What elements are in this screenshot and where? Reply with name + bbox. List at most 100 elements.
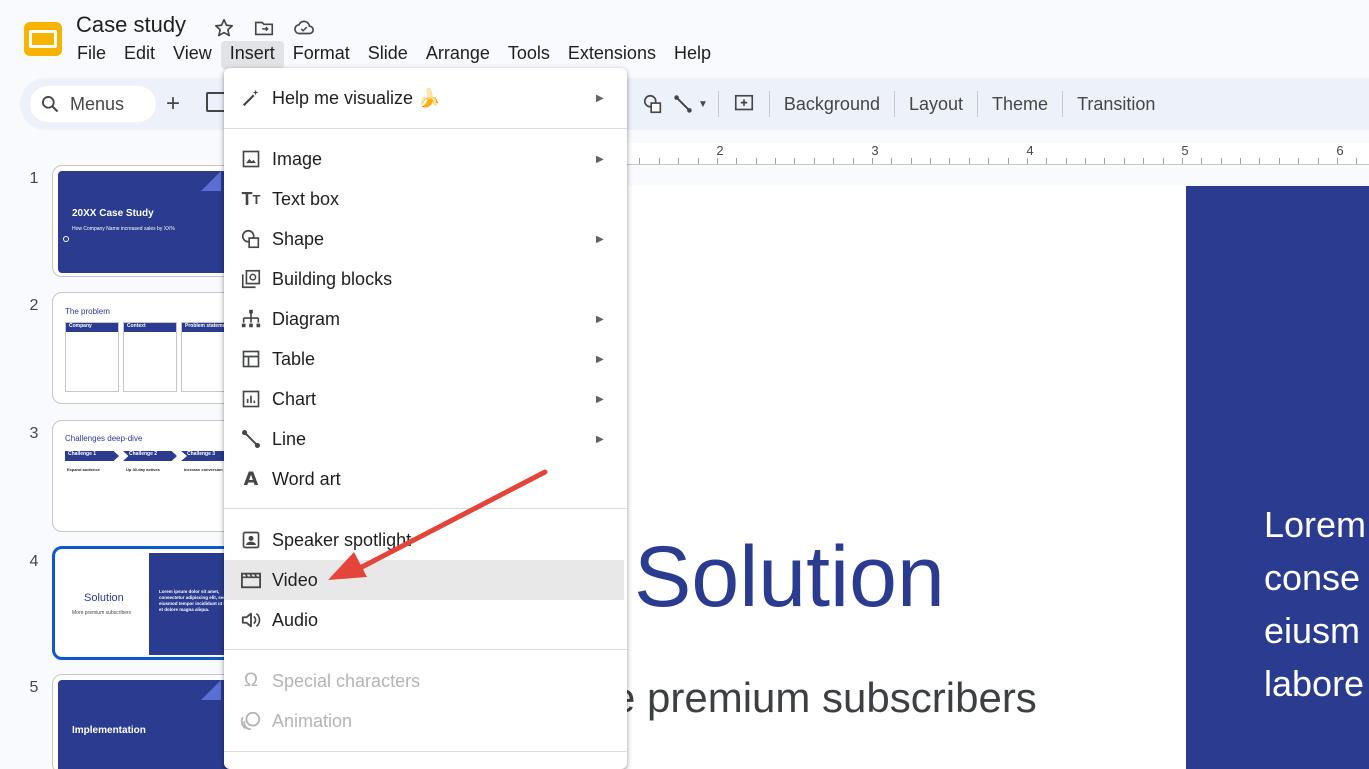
thumb-chevron: Challenge 2: [123, 451, 177, 461]
menu-item-video[interactable]: Video: [224, 560, 624, 600]
menu-item-line[interactable]: Line ▶: [224, 419, 627, 459]
menu-item-word-art[interactable]: A Word art: [224, 459, 627, 499]
layout-button[interactable]: Layout: [905, 94, 967, 115]
slide-thumbnail-3[interactable]: Challenges deep-dive Challenge 1 Challen…: [52, 420, 242, 532]
menu-divider: [224, 649, 627, 650]
ruler-number: 4: [1026, 143, 1034, 158]
thumb-text: Increase conversion: [184, 467, 223, 472]
thumb-title: Solution: [84, 592, 124, 604]
ruler-tick: [658, 158, 660, 164]
thumb-title: 20XX Case Study: [72, 208, 154, 219]
ruler-tick: [968, 158, 970, 164]
ruler-tick: [1317, 158, 1319, 164]
toolbar-divider: [977, 91, 979, 117]
slide-thumbnail-5[interactable]: Implementation: [52, 674, 242, 769]
slide-number: 2: [29, 297, 39, 314]
ruler-tick: [1123, 158, 1125, 164]
menu-item-chart[interactable]: Chart ▶: [224, 379, 627, 419]
video-icon: [240, 569, 262, 591]
menu-item-text-box[interactable]: TT Text box: [224, 179, 627, 219]
submenu-arrow-icon: ▶: [596, 92, 604, 104]
ruler-tick: [1104, 158, 1106, 164]
ruler-tick: [1336, 158, 1338, 164]
thumb-title: Implementation: [72, 725, 146, 736]
menu-item-label: Table: [272, 348, 316, 369]
star-icon[interactable]: [212, 16, 236, 40]
menu-item-audio[interactable]: Audio: [224, 600, 627, 640]
slide-thumbnail-4[interactable]: Solution More premium subscribers Lorem …: [52, 546, 242, 660]
slide-number: 5: [29, 679, 39, 696]
add-icon[interactable]: +: [166, 90, 180, 118]
menu-format[interactable]: Format: [284, 41, 359, 69]
menu-edit[interactable]: Edit: [115, 41, 164, 69]
theme-button[interactable]: Theme: [988, 94, 1052, 115]
menu-tools[interactable]: Tools: [499, 41, 559, 69]
ruler-tick: [736, 158, 738, 164]
ruler-tick: [1240, 158, 1241, 164]
magic-pen-icon: [240, 87, 262, 109]
menu-arrange[interactable]: Arrange: [417, 41, 499, 69]
slide-body-text[interactable]: Lorem conse eiusm labore: [1264, 498, 1366, 710]
menu-item-label: Shape: [272, 228, 325, 249]
menu-item-label: Word art: [272, 468, 341, 489]
menu-item-label: Text box: [272, 188, 340, 209]
thumb-title: The problem: [65, 307, 110, 316]
menu-item-label: Image: [272, 148, 323, 169]
line-tool-icon[interactable]: [668, 93, 698, 115]
chart-icon: [240, 388, 262, 410]
move-folder-icon[interactable]: [252, 16, 276, 40]
menu-view[interactable]: View: [164, 41, 221, 69]
text-box-icon: TT: [241, 188, 261, 209]
toolbar-divider: [717, 91, 719, 117]
menu-item-image[interactable]: Image ▶: [224, 139, 627, 179]
ruler-tick: [891, 158, 893, 164]
ruler-number: 6: [1336, 143, 1344, 158]
shape-tool-icon[interactable]: [638, 93, 668, 115]
ruler-tick: [1143, 158, 1145, 164]
menu-item-label: Line: [272, 428, 307, 449]
ruler-tick: [910, 158, 912, 164]
slide-thumbnail-1[interactable]: 20XX Case Study How Company Name increas…: [52, 165, 242, 277]
ruler-tick: [1181, 158, 1183, 164]
add-comment-icon[interactable]: [729, 93, 759, 115]
menu-insert[interactable]: Insert: [220, 41, 284, 69]
menu-item-table[interactable]: Table ▶: [224, 339, 627, 379]
menu-item-speaker-spotlight[interactable]: Speaker spotlight: [224, 520, 627, 560]
shape-icon: [240, 228, 262, 250]
new-slide-icon[interactable]: [206, 92, 226, 112]
image-icon: [240, 148, 262, 170]
menu-item-diagram[interactable]: Diagram ▶: [224, 299, 627, 339]
ruler-tick: [949, 158, 951, 164]
search-menus-input[interactable]: Menus: [30, 86, 156, 122]
chevron-down-icon[interactable]: ▼: [698, 99, 708, 110]
thumb-col-header: Context: [124, 323, 176, 332]
slides-logo-icon[interactable]: [22, 18, 64, 60]
menu-item-help-me-visualize[interactable]: Help me visualize 🍌 ▶: [224, 78, 627, 118]
toolbar-divider: [1062, 91, 1064, 117]
slide-number: 4: [29, 553, 39, 570]
slide-number: 1: [29, 170, 39, 187]
ruler-tick: [930, 158, 931, 164]
slide-thumbnail-2[interactable]: The problem Company Context Problem stat…: [52, 292, 242, 404]
menu-item-label: Help me visualize 🍌: [272, 87, 441, 108]
background-button[interactable]: Background: [780, 94, 884, 115]
menu-extensions[interactable]: Extensions: [559, 41, 665, 69]
ruler-tick: [1162, 158, 1164, 164]
cloud-status-icon[interactable]: [292, 16, 316, 40]
submenu-arrow-icon: ▶: [596, 313, 604, 325]
ruler-tick: [871, 158, 873, 164]
slide-title[interactable]: Solution: [634, 528, 945, 627]
ruler-tick: [794, 158, 796, 164]
menu-help[interactable]: Help: [665, 41, 720, 69]
transition-button[interactable]: Transition: [1073, 94, 1159, 115]
menu-item-shape[interactable]: Shape ▶: [224, 219, 627, 259]
horizontal-ruler[interactable]: 2 3 4 5 6: [600, 143, 1369, 165]
slide-subtitle[interactable]: e premium subscribers: [612, 674, 1037, 722]
menu-file[interactable]: File: [68, 41, 115, 69]
menu-slide[interactable]: Slide: [359, 41, 417, 69]
menu-item-building-blocks[interactable]: Building blocks: [224, 259, 627, 299]
menu-item-label: Audio: [272, 609, 319, 630]
submenu-arrow-icon: ▶: [596, 233, 604, 245]
menu-item-special-characters: Ω Special characters: [224, 661, 627, 701]
document-title[interactable]: Case study: [76, 12, 186, 38]
